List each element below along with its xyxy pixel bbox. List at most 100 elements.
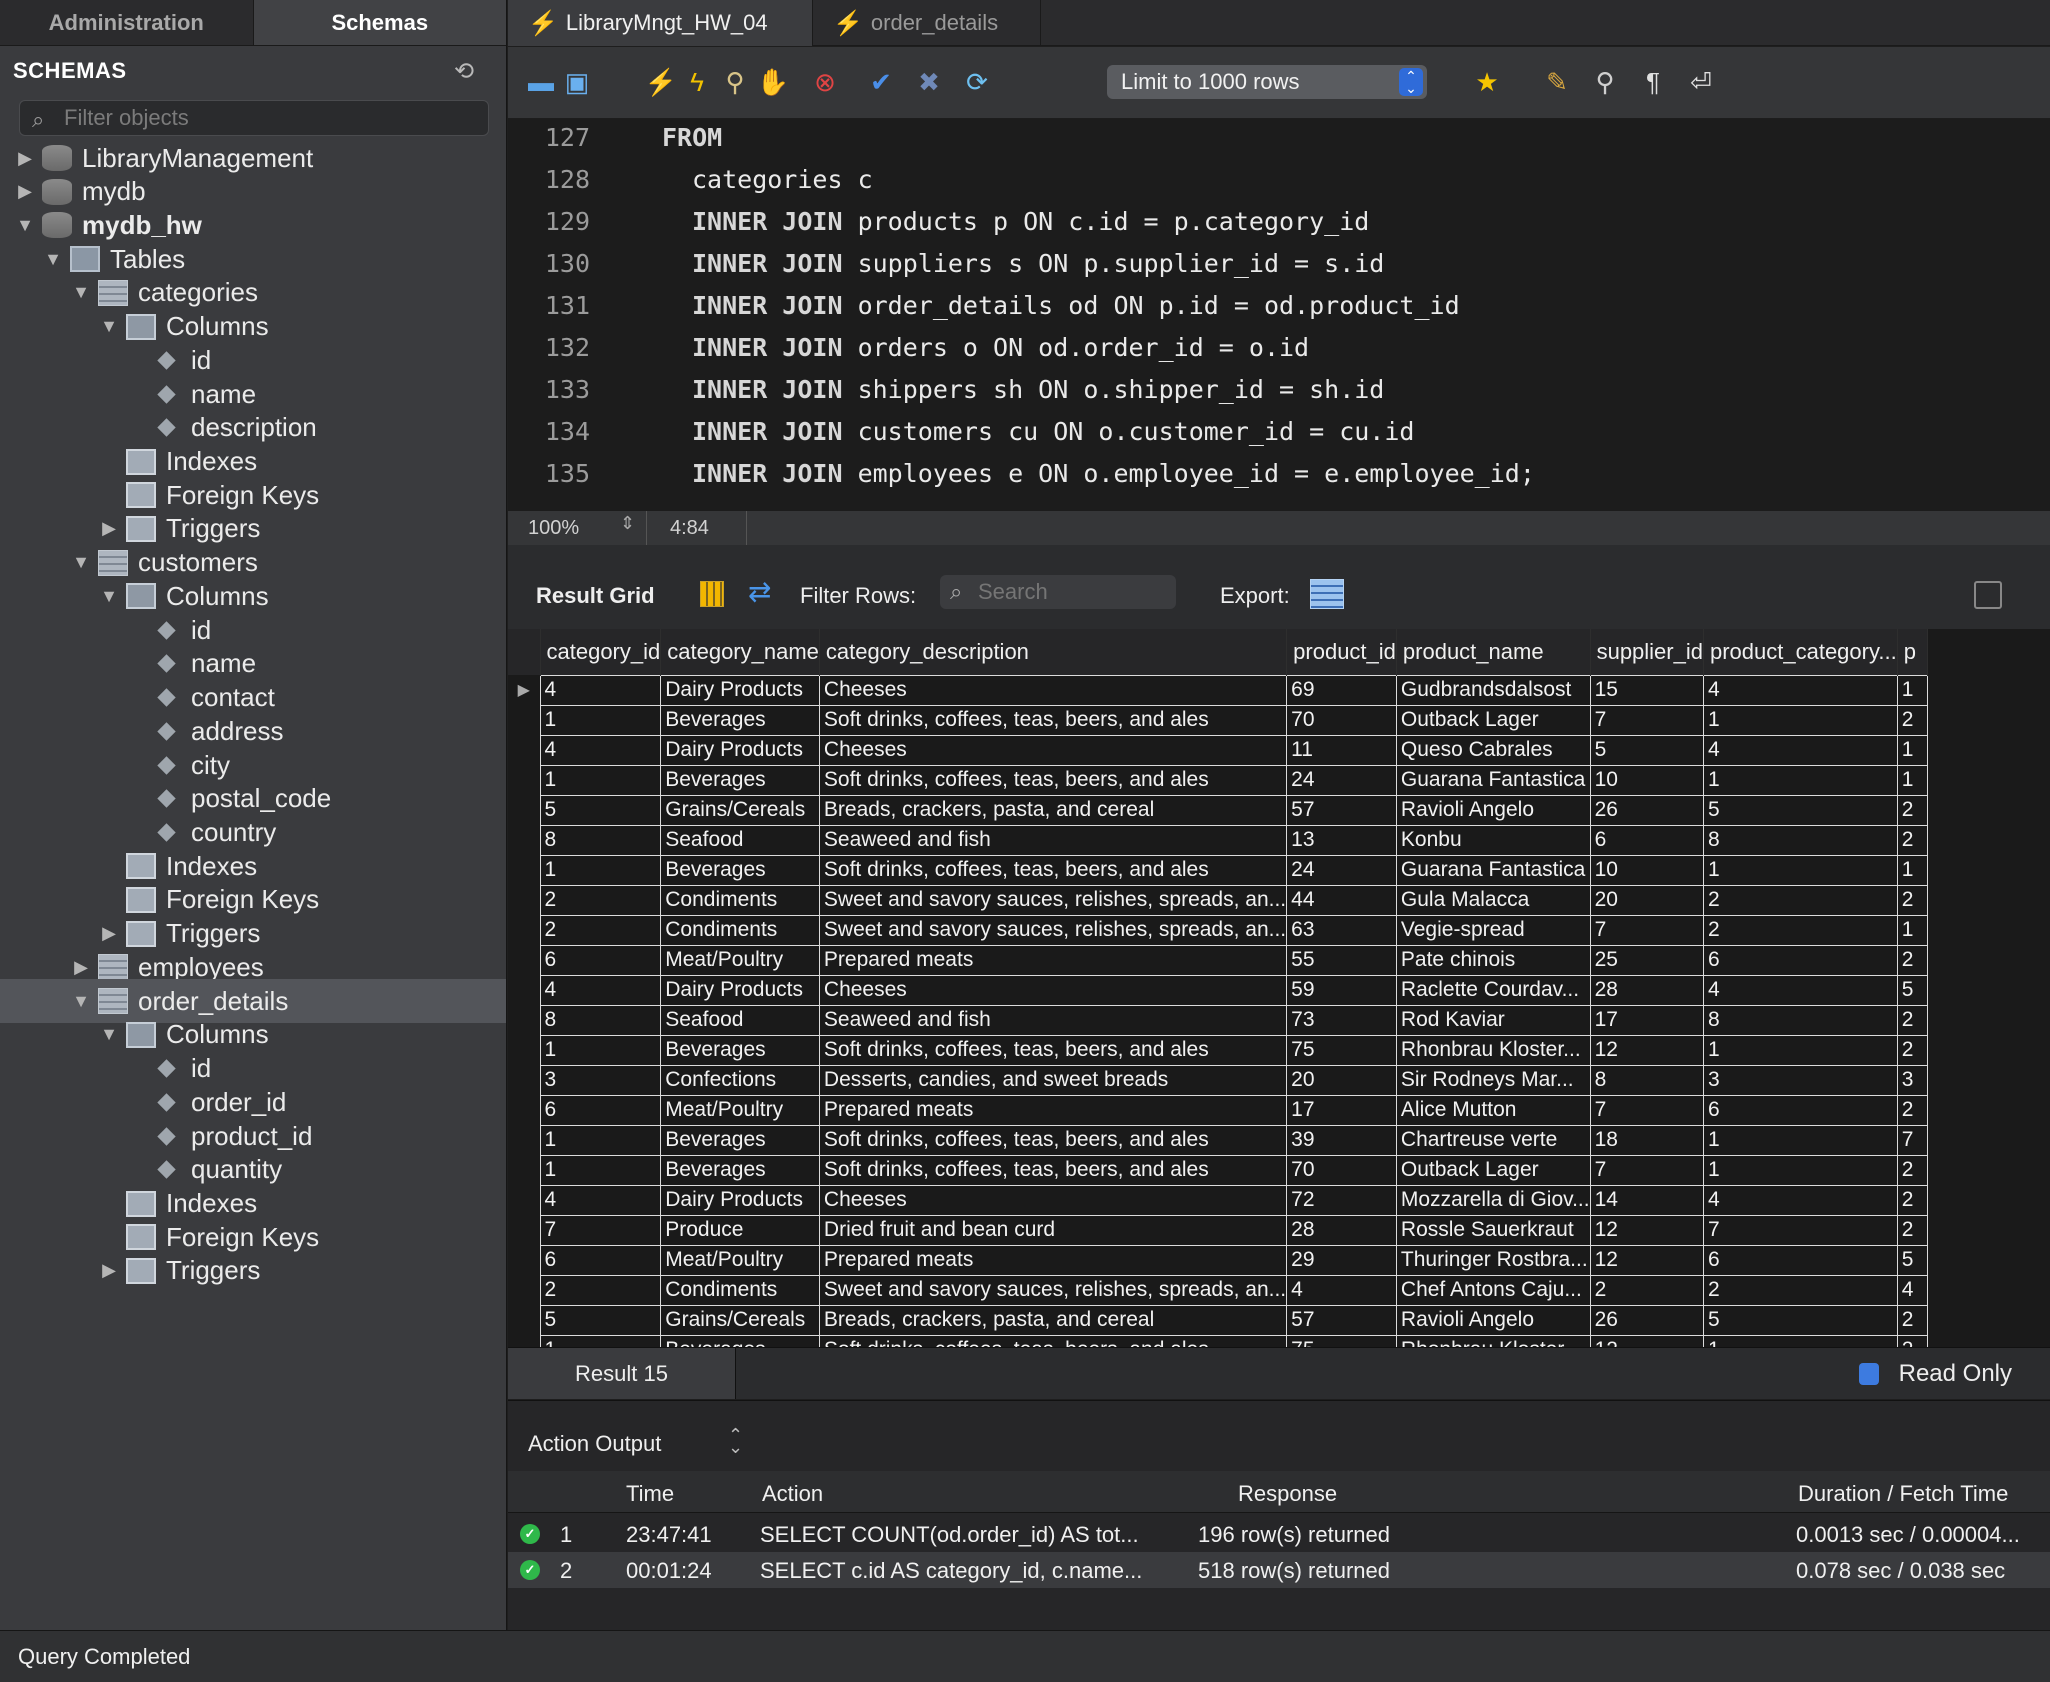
table-cell[interactable]: 12 [1589, 1034, 1704, 1066]
add-snippet-icon[interactable]: ★ [1470, 65, 1504, 99]
zoom-stepper-icon[interactable]: ⇕ [620, 513, 635, 534]
table-cell[interactable]: 4 [1702, 674, 1898, 706]
table-cell[interactable]: 59 [1286, 974, 1397, 1006]
table-cell[interactable]: 2 [1896, 1034, 1928, 1066]
table-cell[interactable]: Meat/Poultry [660, 944, 820, 976]
table-row[interactable]: 2 Condiments Sweet and savory sauces, reli… [508, 884, 1928, 916]
table-cell[interactable]: 4 [1702, 734, 1898, 766]
table-cell[interactable]: 2 [1896, 1334, 1928, 1347]
chevron-updown-icon[interactable]: ⌃ ⌄ [728, 1426, 743, 1456]
column-header[interactable]: product_name [1396, 629, 1591, 675]
table-cell[interactable]: Soft drinks, coffees, teas, beers, and a… [818, 1154, 1288, 1186]
table-cell[interactable]: 2 [1896, 884, 1928, 916]
table-cell[interactable]: 5 [1702, 1304, 1898, 1336]
table-cell[interactable]: Pate chinois [1395, 944, 1591, 976]
output-row[interactable]: ✓ 1 23:47:41 SELECT COUNT(od.order_id) A… [508, 1516, 2050, 1552]
table-row[interactable]: 1BeveragesSoft drinks, coffees, teas, be… [508, 1034, 1928, 1066]
grid-view-icon[interactable] [700, 581, 724, 607]
table-cell[interactable]: Konbu [1395, 824, 1591, 856]
table-cell[interactable]: 24 [1286, 854, 1397, 886]
table-row[interactable]: ▶ 4 Dairy Products Cheeses 69 Gudbrandsdalsos… [508, 674, 1928, 706]
export-icon[interactable] [1310, 579, 1344, 609]
table-cell[interactable]: Vegie-spread [1395, 914, 1591, 946]
table-cell[interactable]: Beverages [660, 1154, 820, 1186]
table-cell[interactable]: 2 [1896, 794, 1928, 826]
table-cell[interactable]: 12 [1589, 1334, 1704, 1347]
table-row[interactable]: 4 Dairy Products Cheeses 72 Mozzarella di Gi… [508, 1184, 1928, 1216]
execute-current-icon[interactable]: ϟ [680, 65, 714, 99]
column-header[interactable]: p [1897, 629, 1928, 675]
table-cell[interactable]: 4 [539, 674, 662, 706]
zoom-level[interactable]: 100% [528, 517, 579, 540]
disclosure-collapsed-icon[interactable]: ▶ [14, 181, 36, 202]
table-cell[interactable]: 10 [1589, 854, 1704, 886]
tab-administration[interactable]: Administration [0, 0, 254, 45]
table-cell[interactable]: Seaweed and fish [818, 824, 1288, 856]
table-cell[interactable]: Grains/Cereals [660, 794, 820, 826]
table-cell[interactable]: Alice Mutton [1395, 1094, 1591, 1126]
beautify-icon[interactable]: ✎ [1540, 65, 1574, 99]
table-row[interactable]: 6 Meat/Poultry Prepared meats 17 Alice Mutto… [508, 1094, 1928, 1126]
table-cell[interactable]: Guarana Fantastica [1395, 764, 1591, 796]
open-file-icon[interactable]: ▬ [524, 65, 558, 99]
table-cell[interactable]: 5 [539, 794, 662, 826]
table-cell[interactable]: 7 [1589, 1094, 1704, 1126]
table-cell[interactable]: Prepared meats [818, 944, 1288, 976]
column-header[interactable]: category_description [819, 629, 1288, 675]
table-cell[interactable]: Rossle Sauerkraut [1395, 1214, 1591, 1246]
output-type-select[interactable]: Action Output [528, 1431, 661, 1457]
table-cell[interactable]: Grains/Cereals [660, 1304, 820, 1336]
column-header[interactable]: supplier_id [1590, 629, 1704, 675]
table-cell[interactable]: Desserts, candies, and sweet breads [818, 1064, 1288, 1096]
disclosure-collapsed-icon[interactable]: ▶ [70, 957, 92, 978]
tab-order-details[interactable]: ⚡ order_details [813, 0, 1041, 46]
rollback-icon[interactable]: ✖ [912, 65, 946, 99]
table-row[interactable]: 7 Produce Dried fruit and bean curd 28 Rossl… [508, 1214, 1928, 1246]
table-cell[interactable]: 7 [1589, 1154, 1704, 1186]
disclosure-expanded-icon[interactable]: ▼ [98, 1024, 120, 1045]
table-cell[interactable]: Soft drinks, coffees, teas, beers, and a… [818, 854, 1288, 886]
disclosure-expanded-icon[interactable]: ▼ [70, 282, 92, 303]
table-cell[interactable]: 57 [1286, 1304, 1397, 1336]
table-cell[interactable]: 12 [1589, 1244, 1704, 1276]
table-cell[interactable]: 8 [1702, 1004, 1898, 1036]
table-cell[interactable]: 44 [1286, 884, 1397, 916]
table-cell[interactable]: Sweet and savory sauces, relishes, sprea… [818, 914, 1288, 946]
table-cell[interactable]: 2 [1702, 914, 1898, 946]
table-cell[interactable]: Rhonbrau Kloster... [1395, 1334, 1591, 1347]
table-cell[interactable]: Meat/Poultry [660, 1244, 820, 1276]
table-cell[interactable]: 7 [1589, 704, 1704, 736]
table-cell[interactable]: Beverages [660, 854, 820, 886]
table-row[interactable]: 1BeveragesSoft drinks, coffees, teas, be… [508, 1334, 1928, 1347]
table-cell[interactable]: 29 [1286, 1244, 1397, 1276]
table-cell[interactable]: 28 [1286, 1214, 1397, 1246]
table-cell[interactable]: 24 [1286, 764, 1397, 796]
table-cell[interactable]: Gudbrandsdalsost [1395, 674, 1591, 706]
table-cell[interactable]: 1 [1702, 704, 1898, 736]
table-cell[interactable]: 2 [1896, 1094, 1928, 1126]
table-cell[interactable]: Beverages [660, 1124, 820, 1156]
table-cell[interactable]: 70 [1286, 1154, 1397, 1186]
table-cell[interactable]: 6 [539, 1244, 662, 1276]
explain-icon[interactable]: ⚲ [718, 65, 752, 99]
table-row[interactable]: 6 Meat/Poultry Prepared meats 29 Thuringer R… [508, 1244, 1928, 1276]
limit-rows-select[interactable]: Limit to 1000 rows ⌃ ⌄ [1107, 65, 1427, 99]
table-row[interactable]: 8 Seafood Seaweed and fish 73 Rod Kaviar 17 8 2 [508, 1004, 1928, 1036]
table-cell[interactable]: 7 [1896, 1124, 1928, 1156]
table-cell[interactable]: Condiments [660, 884, 820, 916]
table-cell[interactable]: 5 [1896, 974, 1928, 1006]
table-cell[interactable]: 73 [1286, 1004, 1397, 1036]
table-cell[interactable]: Condiments [660, 914, 820, 946]
stop-icon[interactable]: ✋ [756, 65, 790, 99]
table-cell[interactable]: Ravioli Angelo [1395, 1304, 1591, 1336]
table-cell[interactable]: 13 [1286, 824, 1397, 856]
table-cell[interactable]: 5 [1896, 1244, 1928, 1276]
table-cell[interactable]: Cheeses [818, 734, 1288, 766]
disclosure-collapsed-icon[interactable]: ▶ [98, 923, 120, 944]
table-cell[interactable]: 6 [1702, 944, 1898, 976]
table-cell[interactable]: 20 [1286, 1064, 1397, 1096]
disclosure-expanded-icon[interactable]: ▼ [98, 316, 120, 337]
table-cell[interactable]: 1 [1702, 1034, 1898, 1066]
table-cell[interactable]: Dairy Products [660, 674, 820, 706]
table-cell[interactable]: 5 [539, 1304, 662, 1336]
